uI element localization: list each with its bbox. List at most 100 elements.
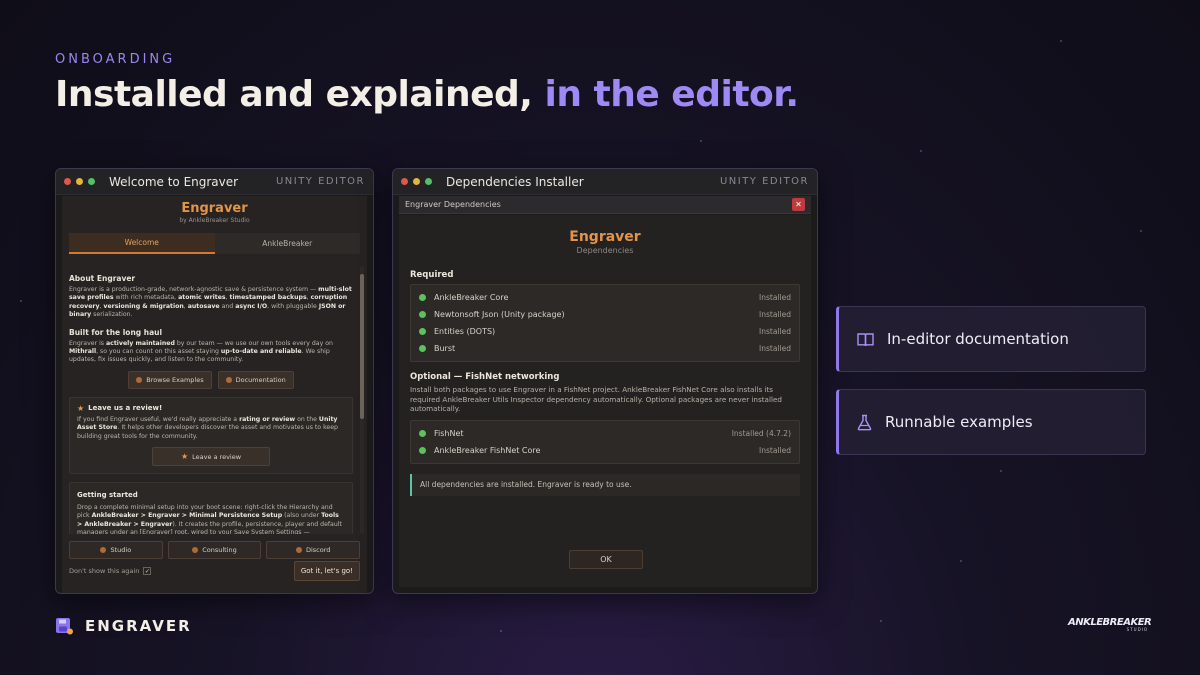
dont-show-checkbox[interactable]: ✓ — [143, 567, 152, 575]
dependency-row: Newtonsoft Json (Unity package) Installed — [419, 306, 791, 323]
dependency-name: FishNet — [434, 428, 464, 438]
status-dot-icon — [419, 446, 426, 454]
brand-by: by AnkleBreaker Studio — [179, 217, 250, 224]
review-text-part: . It helps other developers discover the… — [77, 424, 338, 440]
dependency-name: Burst — [434, 344, 456, 353]
status-dot-icon — [419, 311, 426, 318]
welcome-scroll-area[interactable]: About Engraver Engraver is a production-… — [62, 266, 367, 534]
welcome-tabs: Welcome AnkleBreaker — [69, 233, 360, 254]
examples-icon — [136, 376, 143, 383]
dependency-row: AnkleBreaker FishNet Core Installed — [419, 442, 791, 459]
documentation-button[interactable]: Documentation — [217, 370, 294, 389]
about-text-bold: versioning & migration — [103, 302, 184, 310]
browse-examples-button[interactable]: Browse Examples — [128, 370, 212, 389]
dependency-status: Installed (4.7.2) — [731, 428, 791, 438]
ok-button[interactable]: OK — [569, 550, 643, 569]
flask-icon — [857, 414, 872, 430]
minimize-dot-icon[interactable] — [76, 178, 83, 185]
close-icon[interactable]: ✕ — [792, 198, 805, 211]
close-dot-icon[interactable] — [64, 178, 71, 185]
background-star — [960, 560, 962, 562]
background-star — [500, 630, 502, 632]
product-brand: ENGRAVER — [55, 617, 192, 635]
long-haul-heading: Built for the long haul — [69, 327, 163, 337]
dependency-name: AnkleBreaker FishNet Core — [434, 445, 541, 455]
discord-icon — [295, 547, 302, 553]
brand-name: Engraver — [569, 229, 641, 245]
dependencies-body: Engraver Dependencies Required AnkleBrea… — [399, 215, 811, 587]
about-text: Engraver is a production-grade, network-… — [69, 286, 353, 320]
dependency-name: Newtonsoft Json (Unity package) — [434, 310, 565, 319]
dont-show-toggle[interactable]: Don't show this again ✓ — [69, 567, 152, 575]
maximize-dot-icon[interactable] — [425, 178, 432, 185]
about-text-bold: autosave — [187, 302, 220, 310]
optional-list: FishNet Installed (4.7.2) AnkleBreaker Fi… — [410, 419, 800, 464]
feature-label: Runnable examples — [885, 413, 1033, 431]
long-haul-text-bold: up-to-date and reliable — [220, 348, 302, 356]
maximize-dot-icon[interactable] — [88, 178, 95, 185]
book-icon — [857, 332, 874, 346]
required-list: AnkleBreaker Core Installed Newtonsoft Js… — [410, 284, 800, 362]
consulting-icon — [192, 547, 199, 553]
welcome-window: Welcome to Engraver UNITY EDITOR Engrave… — [55, 168, 374, 594]
about-text-part: Engraver is a production-grade, network-… — [69, 286, 319, 293]
window-title: Welcome to Engraver — [109, 174, 239, 189]
long-haul-text-part: Engraver is — [69, 339, 106, 347]
optional-heading: Optional — FishNet networking — [410, 372, 560, 382]
dont-show-label: Don't show this again — [69, 567, 140, 575]
leave-review-button[interactable]: ★ Leave a review — [151, 447, 271, 467]
background-star — [700, 140, 702, 142]
required-heading: Required — [410, 270, 454, 280]
product-name: ENGRAVER — [85, 617, 192, 635]
discord-button[interactable]: Discord — [266, 541, 361, 559]
background-star — [880, 620, 882, 622]
about-text-bold: timestamped backups — [229, 294, 307, 302]
window-title: Dependencies Installer — [446, 174, 584, 189]
welcome-body: Engraver by AnkleBreaker Studio Welcome … — [62, 196, 367, 593]
subwindow-titlebar: Engraver Dependencies ✕ — [399, 196, 811, 214]
long-haul-text-part: , so you can count on this asset staying — [96, 348, 221, 356]
window-tag: UNITY EDITOR — [719, 176, 809, 187]
welcome-titlebar[interactable]: Welcome to Engraver UNITY EDITOR — [56, 169, 373, 195]
dependency-status: Installed — [759, 445, 791, 455]
dependency-row: AnkleBreaker Core Installed — [419, 289, 791, 306]
getting-started-text-part: (also under — [282, 512, 322, 520]
status-dot-icon — [419, 345, 426, 352]
button-label: Studio — [110, 546, 132, 554]
background-star — [1140, 230, 1142, 232]
window-tag: UNITY EDITOR — [275, 176, 365, 187]
consulting-button[interactable]: Consulting — [167, 541, 262, 559]
about-text-part: serialization. — [91, 311, 133, 319]
welcome-scrollbar[interactable] — [360, 266, 364, 534]
about-text-part: with rich metadata, — [113, 294, 179, 302]
button-label: Browse Examples — [146, 375, 204, 384]
dependency-row: Burst Installed — [419, 340, 791, 357]
tab-welcome[interactable]: Welcome — [69, 233, 215, 254]
star-icon: ★ — [77, 403, 85, 413]
status-dot-icon — [419, 328, 426, 335]
feature-card-examples: Runnable examples — [836, 389, 1146, 455]
documentation-icon — [225, 376, 232, 383]
about-text-part: , with pluggable — [267, 302, 319, 310]
button-label: Discord — [305, 546, 331, 554]
review-card: ★ Leave us a review! If you find Engraver… — [69, 396, 353, 475]
slide-headline: Installed and explained, in the editor. — [55, 74, 799, 115]
minimize-dot-icon[interactable] — [413, 178, 420, 185]
dependencies-window: Dependencies Installer UNITY EDITOR Engr… — [392, 168, 818, 594]
got-it-button[interactable]: Got it, let's go! — [293, 561, 360, 581]
studio-button[interactable]: Studio — [69, 541, 163, 559]
close-dot-icon[interactable] — [401, 178, 408, 185]
optional-description: Install both packages to use Engraver in… — [410, 385, 782, 414]
long-haul-text-bold: actively maintained — [105, 339, 175, 347]
welcome-footer-links: Studio Consulting Discord — [69, 541, 361, 559]
studio-logo: ANKLEBREAKER STUDIO — [1068, 617, 1152, 637]
review-text-bold: rating or review — [239, 415, 296, 423]
dependencies-titlebar[interactable]: Dependencies Installer UNITY EDITOR — [393, 169, 817, 195]
button-label: Documentation — [235, 375, 286, 384]
scrollbar-thumb[interactable] — [360, 274, 364, 419]
feature-card-documentation: In-editor documentation — [836, 306, 1146, 372]
dependency-status: Installed — [759, 310, 791, 319]
tab-anklebreaker[interactable]: AnkleBreaker — [214, 233, 360, 254]
getting-started-text: Drop a complete minimal setup into your … — [77, 504, 345, 534]
star-icon: ★ — [180, 452, 189, 462]
